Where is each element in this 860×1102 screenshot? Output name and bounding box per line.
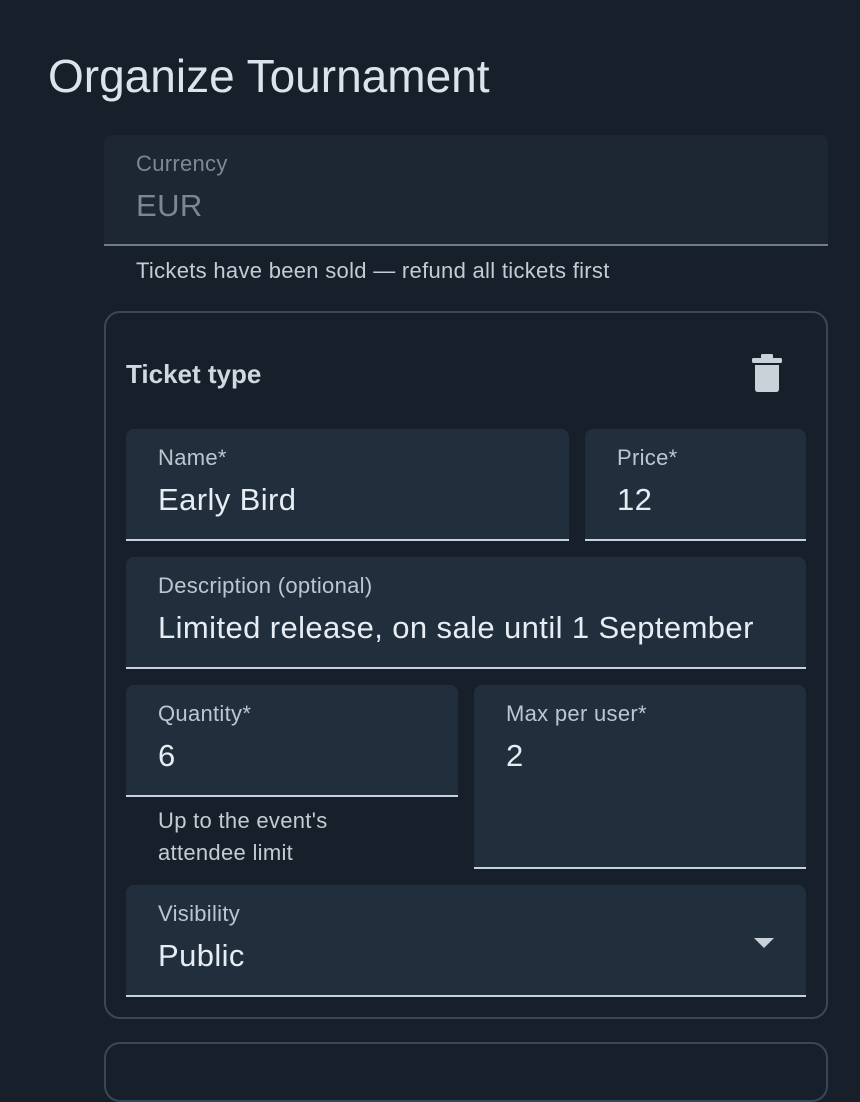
ticket-description-label: Description (optional) [158,573,373,598]
ticket-visibility-label: Visibility [158,901,241,926]
ticket-quantity-helper: Up to the event's attendee limit [158,805,328,869]
ticket-name-field[interactable]: Name* Early Bird [126,429,569,541]
currency-label: Currency [136,151,228,176]
ticket-max-per-user-value[interactable]: 2 [506,737,774,775]
ticket-max-per-user-field[interactable]: Max per user* 2 [474,685,806,869]
delete-ticket-button[interactable] [744,350,790,396]
ticket-quantity-helper-line2: attendee limit [158,840,294,865]
page-title: Organize Tournament [48,50,490,102]
ticket-price-field[interactable]: Price* 12 [585,429,806,541]
ticket-name-value[interactable]: Early Bird [158,481,537,519]
currency-field: Currency EUR [104,135,828,246]
caret-down-icon[interactable] [752,935,776,951]
ticket-price-label: Price* [617,445,678,470]
currency-value: EUR [136,188,203,223]
currency-helper-text: Tickets have been sold — refund all tick… [136,258,610,283]
ticket-description-field[interactable]: Description (optional) Limited release, … [126,557,806,669]
ticket-visibility-value[interactable]: Public [158,937,774,975]
ticket-quantity-field[interactable]: Quantity* 6 [126,685,458,797]
next-ticket-card [104,1042,828,1102]
ticket-visibility-select[interactable]: Visibility Public [126,885,806,997]
ticket-name-label: Name* [158,445,227,470]
trash-icon [752,354,782,392]
ticket-type-title: Ticket type [126,359,262,389]
ticket-description-value[interactable]: Limited release, on sale until 1 Septemb… [158,609,774,647]
ticket-quantity-label: Quantity* [158,701,252,726]
ticket-max-per-user-label: Max per user* [506,701,647,726]
ticket-price-value[interactable]: 12 [617,481,774,519]
ticket-quantity-value[interactable]: 6 [158,737,426,775]
ticket-quantity-helper-line1: Up to the event's [158,808,328,833]
